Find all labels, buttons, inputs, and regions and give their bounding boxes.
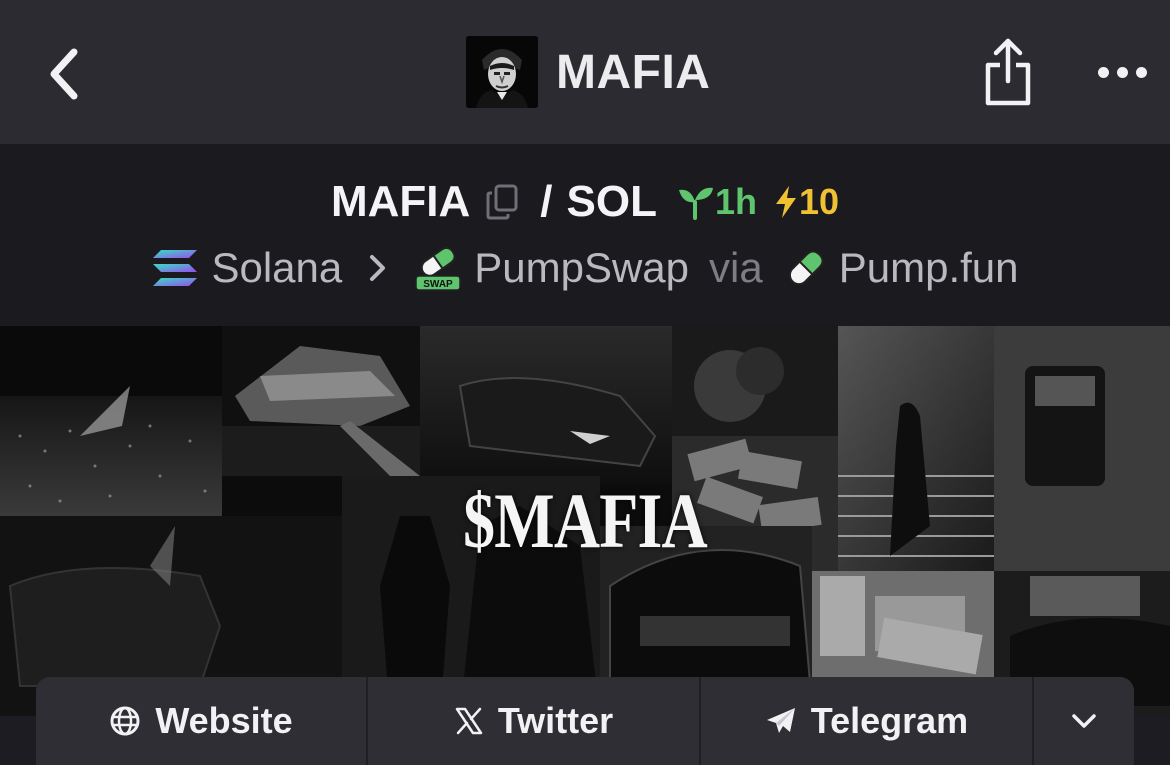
banner-logo-text: $MAFIA [463,477,708,564]
boost-badge[interactable]: 10 [773,181,839,223]
share-icon [985,38,1031,106]
token-banner-image: $MAFIA [0,326,1170,716]
dex-name: PumpSwap [474,244,690,291]
telegram-link-label: Telegram [810,700,969,741]
pair-separator: / [540,177,553,226]
pair-info: MAFIA / SOL 1h 10 Solana SWAP PumpSwap v… [0,144,1170,326]
chevron-down-icon [1072,714,1096,728]
page-title: MAFIA [556,45,711,99]
pair-row: MAFIA / SOL 1h 10 [0,174,1170,230]
more-links-toggle[interactable] [1034,677,1134,765]
via-label: via [709,244,763,291]
top-nav-bar: MAFIA [0,0,1170,144]
x-logo-icon [455,707,483,735]
chain-breadcrumb: Solana SWAP PumpSwap via Pump.fun [0,240,1170,296]
telegram-icon [766,708,795,733]
pair-base-symbol: MAFIA [330,177,471,226]
twitter-link-button[interactable]: Twitter [368,677,701,765]
launchpad-name: Pump.fun [838,244,1019,291]
svg-text:SWAP: SWAP [424,279,454,290]
chain-link-solana[interactable]: Solana [151,244,342,292]
telegram-link-button[interactable]: Telegram [701,677,1034,765]
solana-icon [153,250,198,286]
social-links-bar: Website Twitter Telegram [36,677,1134,765]
copy-address-button[interactable] [482,180,522,224]
dex-link-pumpswap[interactable]: SWAP PumpSwap [414,244,689,292]
pill-icon [788,250,824,286]
token-title: MAFIA [466,36,710,108]
pair-age: 1h [675,181,757,223]
share-button[interactable] [980,36,1036,108]
lightning-icon [775,186,796,218]
copy-icon [486,184,518,220]
more-button[interactable] [1092,54,1152,90]
website-link-label: Website [155,700,293,741]
twitter-link-label: Twitter [497,700,614,741]
token-avatar [466,36,538,108]
pair-age-value: 1h [714,181,757,222]
pair-quote-symbol: SOL [566,177,657,226]
more-horizontal-icon [1097,66,1109,78]
chevron-left-icon [50,48,78,100]
pumpswap-icon: SWAP [415,246,461,291]
boost-count: 10 [798,181,840,222]
chevron-right-icon [368,253,388,283]
launchpad-link-pumpfun[interactable]: Pump.fun [785,244,1019,292]
chain-name: Solana [211,244,343,291]
back-button[interactable] [36,44,92,104]
sprout-icon [678,187,713,220]
globe-icon [110,706,140,736]
website-link-button[interactable]: Website [36,677,368,765]
